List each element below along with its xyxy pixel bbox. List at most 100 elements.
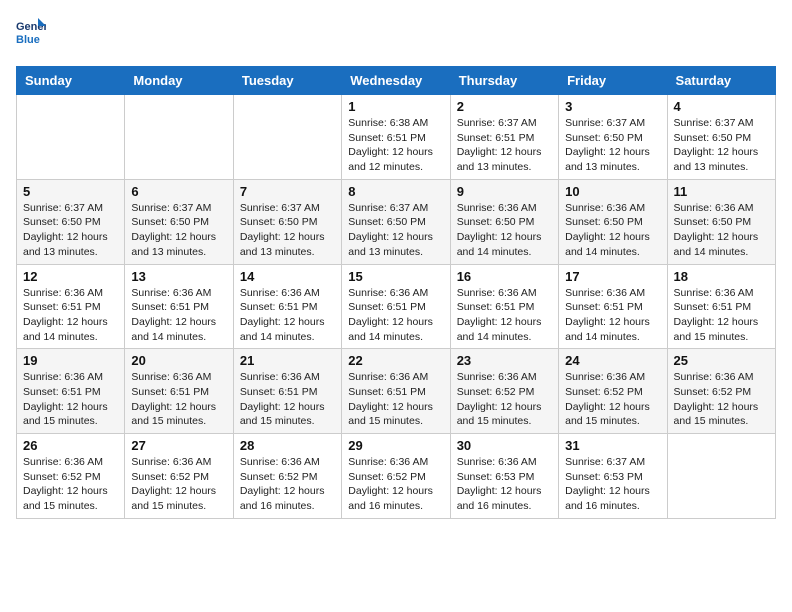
day-info: Sunrise: 6:36 AM Sunset: 6:51 PM Dayligh… [348,370,443,429]
day-info: Sunrise: 6:36 AM Sunset: 6:51 PM Dayligh… [23,286,118,345]
day-number: 14 [240,269,335,284]
day-info: Sunrise: 6:36 AM Sunset: 6:52 PM Dayligh… [240,455,335,514]
day-number: 1 [348,99,443,114]
day-number: 7 [240,184,335,199]
day-number: 8 [348,184,443,199]
logo-icon: General Blue [16,16,46,54]
day-number: 5 [23,184,118,199]
calendar-row-4: 26 Sunrise: 6:36 AM Sunset: 6:52 PM Dayli… [17,434,776,519]
day-info: Sunrise: 6:36 AM Sunset: 6:51 PM Dayligh… [457,286,552,345]
day-number: 28 [240,438,335,453]
col-header-wednesday: Wednesday [342,67,450,95]
day-info: Sunrise: 6:36 AM Sunset: 6:51 PM Dayligh… [240,370,335,429]
day-number: 11 [674,184,769,199]
day-number: 26 [23,438,118,453]
calendar-cell: 16 Sunrise: 6:36 AM Sunset: 6:51 PM Dayli… [450,264,558,349]
day-info: Sunrise: 6:36 AM Sunset: 6:50 PM Dayligh… [457,201,552,260]
day-info: Sunrise: 6:37 AM Sunset: 6:50 PM Dayligh… [23,201,118,260]
day-number: 31 [565,438,660,453]
day-info: Sunrise: 6:36 AM Sunset: 6:52 PM Dayligh… [457,370,552,429]
day-number: 2 [457,99,552,114]
calendar-cell: 25Sunrise: 6:36 AM Sunset: 6:52 PM Dayli… [667,349,775,434]
day-info: Sunrise: 6:37 AM Sunset: 6:50 PM Dayligh… [348,201,443,260]
calendar-cell: 28 Sunrise: 6:36 AM Sunset: 6:52 PM Dayli… [233,434,341,519]
day-info: Sunrise: 6:36 AM Sunset: 6:52 PM Dayligh… [348,455,443,514]
calendar-cell: 26 Sunrise: 6:36 AM Sunset: 6:52 PM Dayli… [17,434,125,519]
day-number: 3 [565,99,660,114]
calendar-cell: 30 Sunrise: 6:36 AM Sunset: 6:53 PM Dayli… [450,434,558,519]
day-info: Sunrise: 6:36 AM Sunset: 6:52 PM Dayligh… [565,370,660,429]
day-info: Sunrise: 6:36 AM Sunset: 6:51 PM Dayligh… [348,286,443,345]
calendar-cell: 18Sunrise: 6:36 AM Sunset: 6:51 PM Dayli… [667,264,775,349]
calendar-cell: 19Sunrise: 6:36 AM Sunset: 6:51 PM Dayli… [17,349,125,434]
day-info: Sunrise: 6:36 AM Sunset: 6:51 PM Dayligh… [565,286,660,345]
day-number: 10 [565,184,660,199]
day-number: 20 [131,353,226,368]
calendar-cell: 1 Sunrise: 6:38 AM Sunset: 6:51 PM Daylig… [342,95,450,180]
day-number: 30 [457,438,552,453]
calendar-cell: 23 Sunrise: 6:36 AM Sunset: 6:52 PM Dayli… [450,349,558,434]
calendar-cell [17,95,125,180]
col-header-friday: Friday [559,67,667,95]
day-number: 21 [240,353,335,368]
calendar-cell: 17 Sunrise: 6:36 AM Sunset: 6:51 PM Dayli… [559,264,667,349]
col-header-saturday: Saturday [667,67,775,95]
calendar-row-0: 1 Sunrise: 6:38 AM Sunset: 6:51 PM Daylig… [17,95,776,180]
calendar-cell: 2 Sunrise: 6:37 AM Sunset: 6:51 PM Daylig… [450,95,558,180]
day-info: Sunrise: 6:36 AM Sunset: 6:51 PM Dayligh… [240,286,335,345]
calendar-cell: 29Sunrise: 6:36 AM Sunset: 6:52 PM Dayli… [342,434,450,519]
day-info: Sunrise: 6:37 AM Sunset: 6:50 PM Dayligh… [131,201,226,260]
col-header-tuesday: Tuesday [233,67,341,95]
calendar-cell: 13Sunrise: 6:36 AM Sunset: 6:51 PM Dayli… [125,264,233,349]
calendar-cell: 11 Sunrise: 6:36 AM Sunset: 6:50 PM Dayli… [667,179,775,264]
col-header-sunday: Sunday [17,67,125,95]
calendar-cell: 21 Sunrise: 6:36 AM Sunset: 6:51 PM Dayli… [233,349,341,434]
col-header-thursday: Thursday [450,67,558,95]
svg-text:Blue: Blue [16,34,40,46]
day-number: 9 [457,184,552,199]
day-info: Sunrise: 6:36 AM Sunset: 6:50 PM Dayligh… [565,201,660,260]
day-number: 25 [674,353,769,368]
calendar-cell: 9 Sunrise: 6:36 AM Sunset: 6:50 PM Daylig… [450,179,558,264]
calendar-cell: 6 Sunrise: 6:37 AM Sunset: 6:50 PM Daylig… [125,179,233,264]
calendar-cell: 24 Sunrise: 6:36 AM Sunset: 6:52 PM Dayli… [559,349,667,434]
day-info: Sunrise: 6:36 AM Sunset: 6:52 PM Dayligh… [23,455,118,514]
calendar-table: SundayMondayTuesdayWednesdayThursdayFrid… [16,66,776,519]
calendar-cell [233,95,341,180]
calendar-cell: 8 Sunrise: 6:37 AM Sunset: 6:50 PM Daylig… [342,179,450,264]
day-number: 13 [131,269,226,284]
calendar-cell: 4 Sunrise: 6:37 AM Sunset: 6:50 PM Daylig… [667,95,775,180]
calendar-cell: 3 Sunrise: 6:37 AM Sunset: 6:50 PM Daylig… [559,95,667,180]
day-info: Sunrise: 6:37 AM Sunset: 6:50 PM Dayligh… [240,201,335,260]
day-info: Sunrise: 6:38 AM Sunset: 6:51 PM Dayligh… [348,116,443,175]
calendar-header-row: SundayMondayTuesdayWednesdayThursdayFrid… [17,67,776,95]
day-number: 4 [674,99,769,114]
day-number: 12 [23,269,118,284]
day-number: 16 [457,269,552,284]
calendar-cell: 22Sunrise: 6:36 AM Sunset: 6:51 PM Dayli… [342,349,450,434]
calendar-cell: 12 Sunrise: 6:36 AM Sunset: 6:51 PM Dayli… [17,264,125,349]
day-info: Sunrise: 6:37 AM Sunset: 6:50 PM Dayligh… [565,116,660,175]
day-number: 24 [565,353,660,368]
day-info: Sunrise: 6:36 AM Sunset: 6:51 PM Dayligh… [131,370,226,429]
day-info: Sunrise: 6:37 AM Sunset: 6:51 PM Dayligh… [457,116,552,175]
calendar-cell: 31 Sunrise: 6:37 AM Sunset: 6:53 PM Dayli… [559,434,667,519]
day-info: Sunrise: 6:36 AM Sunset: 6:51 PM Dayligh… [674,286,769,345]
day-info: Sunrise: 6:37 AM Sunset: 6:50 PM Dayligh… [674,116,769,175]
calendar-row-1: 5 Sunrise: 6:37 AM Sunset: 6:50 PM Daylig… [17,179,776,264]
day-number: 17 [565,269,660,284]
day-info: Sunrise: 6:36 AM Sunset: 6:53 PM Dayligh… [457,455,552,514]
day-info: Sunrise: 6:37 AM Sunset: 6:53 PM Dayligh… [565,455,660,514]
calendar-cell [125,95,233,180]
calendar-cell: 10 Sunrise: 6:36 AM Sunset: 6:50 PM Dayli… [559,179,667,264]
day-number: 6 [131,184,226,199]
calendar-cell: 14 Sunrise: 6:36 AM Sunset: 6:51 PM Dayli… [233,264,341,349]
day-number: 15 [348,269,443,284]
logo: General Blue [16,16,46,54]
calendar-cell: 7 Sunrise: 6:37 AM Sunset: 6:50 PM Daylig… [233,179,341,264]
day-number: 23 [457,353,552,368]
calendar-cell: 5 Sunrise: 6:37 AM Sunset: 6:50 PM Daylig… [17,179,125,264]
calendar-row-2: 12 Sunrise: 6:36 AM Sunset: 6:51 PM Dayli… [17,264,776,349]
day-info: Sunrise: 6:36 AM Sunset: 6:50 PM Dayligh… [674,201,769,260]
calendar-cell: 15 Sunrise: 6:36 AM Sunset: 6:51 PM Dayli… [342,264,450,349]
